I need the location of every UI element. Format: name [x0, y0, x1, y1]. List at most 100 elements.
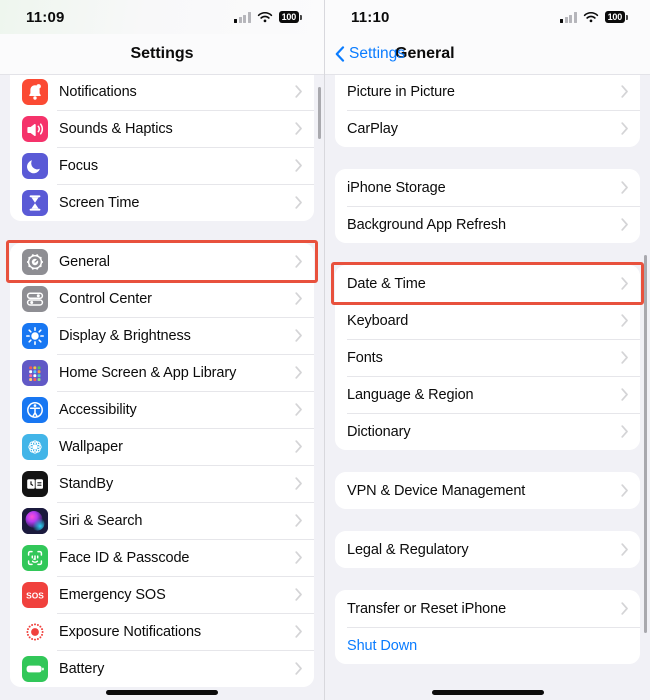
wallpaper-icon [22, 433, 48, 460]
battery-icon: 100 [278, 11, 302, 23]
settings-row-label: Exposure Notifications [59, 623, 202, 640]
settings-row-focus[interactable]: Focus [10, 147, 314, 184]
settings-row-carplay[interactable]: CarPlay [335, 110, 640, 147]
status-time: 11:09 [26, 8, 65, 26]
settings-row-label: Date & Time [347, 275, 426, 292]
battery-level: 100 [604, 11, 625, 23]
scrollbar-right[interactable] [644, 255, 647, 633]
settings-row-label: Face ID & Passcode [59, 549, 190, 566]
settings-row-label: Shut Down [347, 637, 418, 654]
settings-row-notifications[interactable]: Notifications [10, 73, 314, 110]
chevron-right-icon [621, 602, 628, 615]
status-indicators: 100 [560, 11, 628, 23]
settings-group: iPhone Storage Background App Refresh [335, 169, 640, 243]
settings-row-label: iPhone Storage [347, 179, 446, 196]
chevron-right-icon [295, 122, 302, 135]
scrollbar-left[interactable] [318, 87, 321, 139]
settings-row-legal-regulatory[interactable]: Legal & Regulatory [335, 531, 640, 568]
settings-row-fonts[interactable]: Fonts [335, 339, 640, 376]
settings-row-iphone-storage[interactable]: iPhone Storage [335, 169, 640, 206]
chevron-right-icon [295, 662, 302, 675]
chevron-right-icon [295, 196, 302, 209]
settings-row-language-region[interactable]: Language & Region [335, 376, 640, 413]
notifications-icon [22, 78, 48, 105]
chevron-left-icon [335, 46, 345, 62]
chevron-right-icon [295, 588, 302, 601]
settings-row-standby[interactable]: StandBy [10, 465, 314, 502]
chevron-right-icon [621, 543, 628, 556]
settings-list-right[interactable]: Picture in Picture CarPlay iPhone Storage B… [325, 73, 650, 698]
settings-row-home-screen-app-library[interactable]: Home Screen & App Library [10, 354, 314, 391]
chevron-right-icon [295, 85, 302, 98]
face-id-icon [22, 544, 48, 571]
cellular-signal-icon [234, 11, 251, 23]
wifi-icon [583, 11, 599, 23]
status-bar-left: 11:09 100 [0, 0, 324, 34]
chevron-right-icon [295, 514, 302, 527]
status-indicators: 100 [234, 11, 302, 23]
settings-row-accessibility[interactable]: Accessibility [10, 391, 314, 428]
chevron-right-icon [621, 425, 628, 438]
settings-row-control-center[interactable]: Control Center [10, 280, 314, 317]
settings-row-picture-in-picture[interactable]: Picture in Picture [335, 73, 640, 110]
settings-row-transfer-or-reset-iphone[interactable]: Transfer or Reset iPhone [335, 590, 640, 627]
settings-row-wallpaper[interactable]: Wallpaper [10, 428, 314, 465]
settings-row-label: StandBy [59, 475, 114, 492]
chevron-right-icon [295, 255, 302, 268]
accessibility-icon [22, 396, 48, 423]
settings-row-siri-search[interactable]: Siri & Search [10, 502, 314, 539]
settings-row-label: Emergency SOS [59, 586, 166, 603]
standby-icon [22, 470, 48, 497]
chevron-right-icon [621, 314, 628, 327]
settings-row-sounds-haptics[interactable]: Sounds & Haptics [10, 110, 314, 147]
settings-row-shut-down[interactable]: Shut Down [335, 627, 640, 664]
settings-root-screen: 11:09 100 Settings Notifications Sounds &… [0, 0, 325, 700]
chevron-right-icon [295, 292, 302, 305]
settings-row-label: Background App Refresh [347, 216, 507, 233]
exposure-notifications-icon [22, 618, 48, 645]
settings-row-dictionary[interactable]: Dictionary [335, 413, 640, 450]
settings-row-screen-time[interactable]: Screen Time [10, 184, 314, 221]
chevron-right-icon [295, 477, 302, 490]
sounds-haptics-icon [22, 115, 48, 142]
settings-group: VPN & Device Management [335, 472, 640, 509]
control-center-icon [22, 285, 48, 312]
battery-settings-icon [22, 655, 48, 682]
emergency-sos-icon: SOS [22, 581, 48, 608]
settings-group: Date & Time Keyboard Fonts Language & Regio… [335, 265, 640, 450]
settings-row-label: Legal & Regulatory [347, 541, 469, 558]
siri-search-icon [22, 507, 48, 534]
settings-row-label: Home Screen & App Library [59, 364, 237, 381]
settings-row-date-time[interactable]: Date & Time [335, 265, 640, 302]
chevron-right-icon [621, 351, 628, 364]
back-button-label: Settings [349, 45, 406, 62]
chevron-right-icon [621, 122, 628, 135]
settings-row-display-brightness[interactable]: Display & Brightness [10, 317, 314, 354]
settings-group: General Control Center Display & Brightnes… [10, 243, 314, 687]
settings-row-label: Accessibility [59, 401, 137, 418]
chevron-right-icon [295, 159, 302, 172]
settings-row-label: Sounds & Haptics [59, 120, 173, 137]
settings-row-label: Battery [59, 660, 105, 677]
settings-row-general[interactable]: General [10, 243, 314, 280]
settings-row-label: VPN & Device Management [347, 482, 526, 499]
settings-row-face-id-passcode[interactable]: Face ID & Passcode [10, 539, 314, 576]
battery-icon: 100 [604, 11, 628, 23]
settings-row-vpn-device-management[interactable]: VPN & Device Management [335, 472, 640, 509]
settings-row-background-app-refresh[interactable]: Background App Refresh [335, 206, 640, 243]
chevron-right-icon [621, 218, 628, 231]
settings-list-left[interactable]: Notifications Sounds & Haptics Focus Screen… [0, 73, 324, 698]
settings-row-label: Screen Time [59, 194, 140, 211]
settings-row-label: Wallpaper [59, 438, 123, 455]
back-button[interactable]: Settings [335, 45, 405, 63]
settings-row-emergency-sos[interactable]: SOS Emergency SOS [10, 576, 314, 613]
settings-row-keyboard[interactable]: Keyboard [335, 302, 640, 339]
home-indicator-right [431, 690, 544, 695]
settings-row-label: Keyboard [347, 312, 409, 329]
settings-group: Notifications Sounds & Haptics Focus Screen… [10, 73, 314, 221]
page-title: General [395, 45, 455, 62]
settings-row-label: Display & Brightness [59, 327, 191, 344]
settings-row-exposure-notifications[interactable]: Exposure Notifications [10, 613, 314, 650]
chevron-right-icon [295, 403, 302, 416]
settings-row-battery[interactable]: Battery [10, 650, 314, 687]
